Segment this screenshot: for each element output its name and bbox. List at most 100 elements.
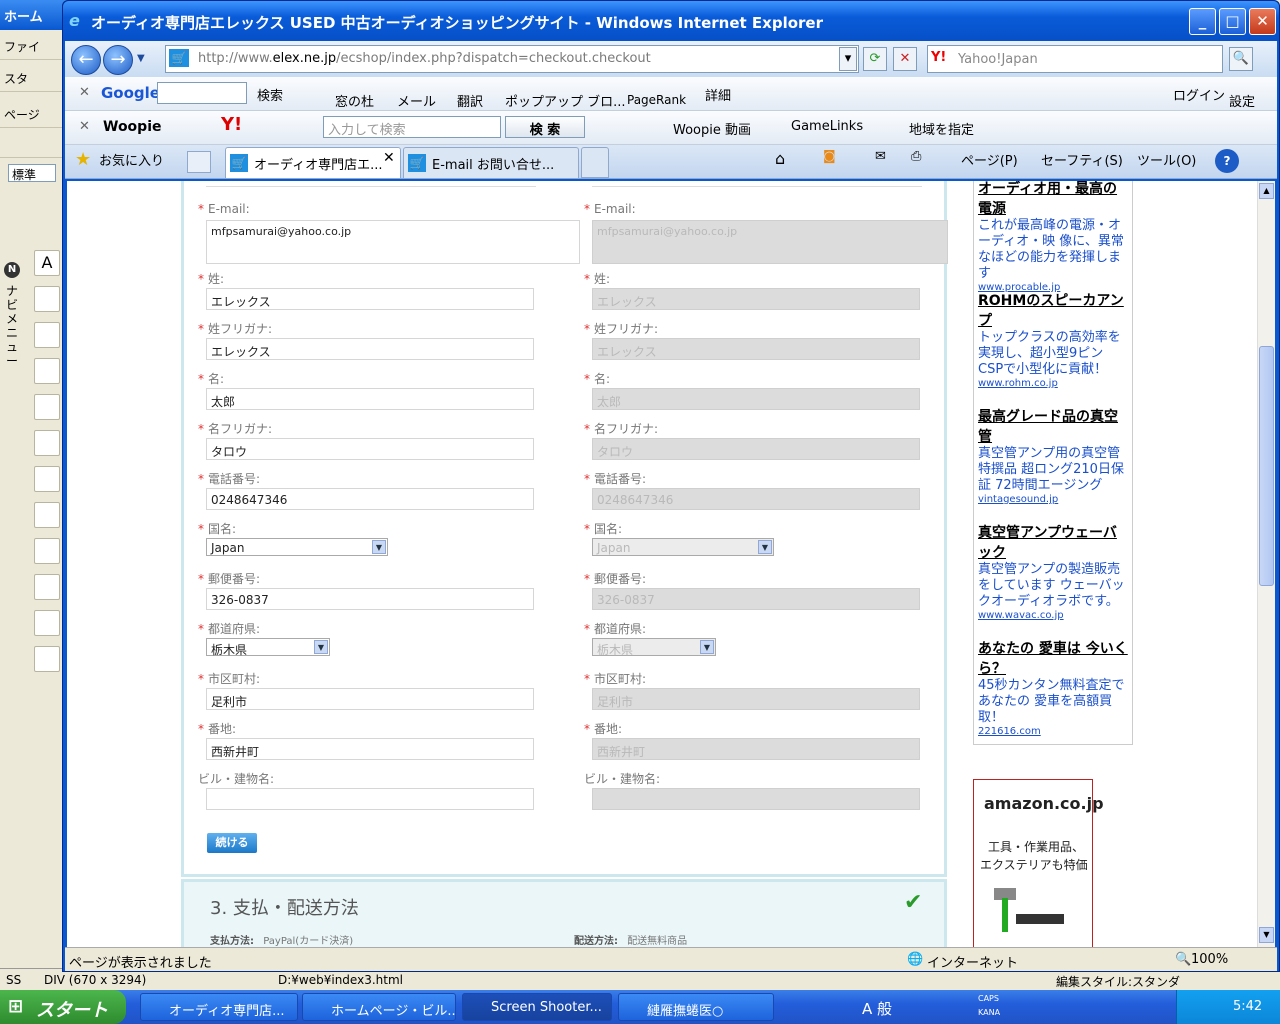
tab-elex-shop[interactable]: 🛒 オーディオ専門店エ... bbox=[225, 147, 401, 178]
ad-title[interactable]: 最高グレード品の真空管 bbox=[978, 406, 1128, 446]
shipping-input[interactable]: 326-0837 bbox=[592, 588, 920, 610]
calendar-tool-icon[interactable] bbox=[34, 610, 60, 636]
start-button[interactable]: ⊞ スタート bbox=[0, 990, 126, 1024]
search-go-icon[interactable]: 🔍 bbox=[1229, 47, 1253, 71]
billing-input[interactable] bbox=[206, 788, 534, 810]
quick-tabs-icon[interactable] bbox=[187, 151, 211, 173]
ad-url[interactable]: www.rohm.co.jp bbox=[978, 378, 1130, 389]
tools-menu[interactable]: ツール(O) bbox=[1137, 150, 1196, 169]
ad-title[interactable]: あなたの 愛車は 今いくら？ bbox=[978, 638, 1128, 678]
chevron-down-icon[interactable]: ▼ bbox=[700, 640, 714, 654]
vertical-scrollbar[interactable]: ▲ ▼ bbox=[1257, 181, 1275, 947]
bg-style-select[interactable]: 標準 bbox=[8, 164, 56, 182]
yahoo-logo[interactable]: Y! bbox=[221, 114, 242, 135]
task-screen-shooter[interactable]: Screen Shooter... bbox=[462, 993, 612, 1021]
region-button[interactable]: 地域を指定 bbox=[909, 119, 974, 138]
print-preview-icon[interactable]: ✉ bbox=[875, 149, 886, 164]
image-tool-icon[interactable] bbox=[34, 358, 60, 384]
translate-button[interactable]: 翻訳 bbox=[457, 91, 483, 110]
shipping-input[interactable]: タロウ bbox=[592, 438, 920, 460]
minimize-button[interactable]: _ bbox=[1189, 8, 1216, 35]
woopie-search-input[interactable]: 入力して検索 bbox=[323, 116, 501, 138]
address-input[interactable]: http://www.elex.ne.jp/ecshop/index.php?d… bbox=[165, 45, 859, 73]
scroll-thumb[interactable] bbox=[1259, 346, 1274, 586]
shipping-input[interactable]: 太郎 bbox=[592, 388, 920, 410]
text-tool-icon[interactable]: A bbox=[34, 250, 60, 276]
billing-input[interactable]: 太郎 bbox=[206, 388, 534, 410]
mado-no-mori-button[interactable]: 窓の杜 bbox=[335, 91, 374, 110]
shipping-input[interactable] bbox=[592, 788, 920, 810]
zoom-icon[interactable]: 🔍 bbox=[1175, 952, 1191, 967]
link-tool-icon[interactable] bbox=[34, 322, 60, 348]
forward-button[interactable]: → bbox=[103, 45, 133, 75]
help-icon[interactable]: ? bbox=[1215, 149, 1239, 173]
google-settings-button[interactable]: 設定 bbox=[1229, 91, 1255, 110]
search-input[interactable]: Yahoo!Japan bbox=[927, 45, 1223, 73]
woopie-video-button[interactable]: Woopie 動画 bbox=[673, 119, 751, 138]
mobile-tool-icon[interactable] bbox=[34, 538, 60, 564]
feeds-icon[interactable]: ◙ bbox=[823, 149, 836, 164]
ad-item[interactable]: 真空管アンプウェーバック 真空管アンプの製造販売をしています ウェーバックオーディ… bbox=[978, 522, 1130, 621]
task-inquiry[interactable]: 縺雁撫蜷医○ bbox=[618, 993, 774, 1021]
billing-input[interactable]: 326-0837 bbox=[206, 588, 534, 610]
page-menu[interactable]: ページ(P) bbox=[961, 150, 1018, 169]
ad-url[interactable]: vintagesound.jp bbox=[978, 494, 1130, 505]
print-icon[interactable]: ⎙ bbox=[911, 149, 921, 164]
bg-menu-start[interactable]: スタ bbox=[0, 64, 68, 92]
favorites-star-icon[interactable]: ★ bbox=[75, 149, 91, 170]
ad-title[interactable]: 真空管アンプウェーバック bbox=[978, 522, 1128, 562]
chevron-down-icon[interactable]: ▼ bbox=[758, 540, 772, 554]
image2-tool-icon[interactable] bbox=[34, 394, 60, 420]
billing-input[interactable]: エレックス bbox=[206, 338, 534, 360]
maximize-button[interactable]: □ bbox=[1219, 8, 1246, 35]
bg-menu-file[interactable]: ファイ bbox=[0, 32, 68, 60]
ad-item[interactable]: あなたの 愛車は 今いくら？ 45秒カンタン無料査定で あなたの 愛車を高額買取！… bbox=[978, 638, 1130, 737]
close-woopie-icon[interactable]: ✕ bbox=[79, 119, 90, 134]
billing-input[interactable]: 西新井町 bbox=[206, 738, 534, 760]
amazon-banner[interactable]: amazon.co.jp 工具・作業用品、 エクステリアも特価 bbox=[973, 779, 1104, 947]
page-tool-icon[interactable] bbox=[34, 574, 60, 600]
ad-item[interactable]: 最高グレード品の真空管 真空管アンプ用の真空管 特撰品 超ロング210日保証 72… bbox=[978, 406, 1130, 505]
bg-menu-page[interactable]: ページ bbox=[0, 100, 68, 128]
ad-url[interactable]: 221616.com bbox=[978, 726, 1130, 737]
history-dropdown-icon[interactable]: ▼ bbox=[137, 53, 145, 64]
scroll-down-icon[interactable]: ▼ bbox=[1259, 927, 1274, 943]
new-tab-button[interactable] bbox=[581, 147, 609, 178]
gamelinks-button[interactable]: GameLinks bbox=[791, 119, 863, 134]
ad-url[interactable]: www.wavac.co.jp bbox=[978, 610, 1130, 621]
ime-mode[interactable]: A 般 bbox=[862, 998, 892, 1019]
task-homepage-builder[interactable]: ホームページ・ビル... bbox=[302, 993, 456, 1021]
tab-close-icon[interactable]: ✕ bbox=[383, 150, 395, 166]
continue-button[interactable]: 続ける bbox=[207, 833, 257, 853]
font-tool-icon[interactable] bbox=[34, 286, 60, 312]
nav-menu-label[interactable]: ナビメニュー bbox=[6, 284, 20, 368]
billing-select[interactable]: ▼ Japan bbox=[206, 538, 388, 556]
task-ie[interactable]: オーディオ専門店... bbox=[140, 993, 298, 1021]
shipping-input[interactable]: 西新井町 bbox=[592, 738, 920, 760]
shipping-input[interactable]: 0248647346 bbox=[592, 488, 920, 510]
shipping-input[interactable]: 足利市 bbox=[592, 688, 920, 710]
details-button[interactable]: 詳細 bbox=[705, 85, 731, 104]
list-tool-icon[interactable] bbox=[34, 502, 60, 528]
safety-menu[interactable]: セーフティ(S) bbox=[1041, 150, 1123, 169]
chevron-down-icon[interactable]: ▼ bbox=[372, 540, 386, 554]
close-button[interactable]: ✕ bbox=[1249, 8, 1276, 35]
billing-input[interactable]: タロウ bbox=[206, 438, 534, 460]
favorites-button[interactable]: お気に入り bbox=[99, 150, 164, 169]
billing-select[interactable]: ▼ 栃木県 bbox=[206, 638, 330, 657]
close-toolbar-icon[interactable]: ✕ bbox=[79, 85, 90, 100]
billing-input[interactable]: 0248647346 bbox=[206, 488, 534, 510]
shipping-input[interactable]: mfpsamurai@yahoo.co.jp bbox=[592, 220, 948, 264]
shipping-select[interactable]: ▼ 栃木県 bbox=[592, 638, 716, 657]
scroll-up-icon[interactable]: ▲ bbox=[1259, 183, 1274, 199]
shipping-input[interactable]: エレックス bbox=[592, 288, 920, 310]
back-button[interactable]: ← bbox=[71, 45, 101, 75]
stop-icon[interactable]: ✕ bbox=[893, 47, 917, 71]
google-login-button[interactable]: ログイン bbox=[1173, 85, 1225, 104]
home-icon[interactable]: ⌂ bbox=[775, 149, 785, 168]
ad-title[interactable]: ROHMのスピーカアンプ bbox=[978, 290, 1128, 330]
misc-tool-icon[interactable] bbox=[34, 646, 60, 672]
layout-tool-icon[interactable] bbox=[34, 430, 60, 456]
chevron-down-icon[interactable]: ▼ bbox=[314, 640, 328, 654]
ad-item[interactable]: ROHMのスピーカアンプ トップクラスの高効率を実現し、超小型9ピンCSPで小型化… bbox=[978, 290, 1130, 389]
